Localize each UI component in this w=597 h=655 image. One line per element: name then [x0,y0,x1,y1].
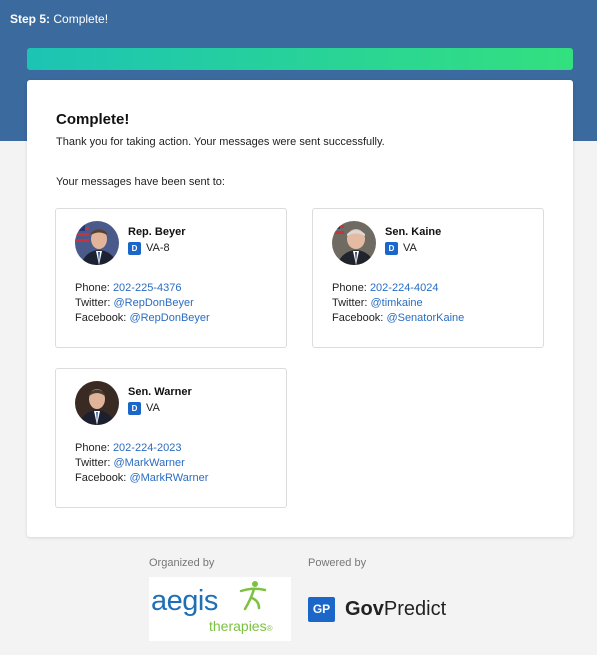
page-title: Complete! [56,111,130,128]
facebook-label: Facebook: [75,312,127,324]
facebook-label: Facebook: [332,312,384,324]
twitter-label: Twitter: [75,457,111,469]
facebook-link[interactable]: @MarkRWarner [129,472,208,484]
govpredict-logo-name[interactable]: GovPredict [345,595,446,623]
rep-photo [75,381,119,425]
step-indicator: Step 5: Complete! [10,12,108,26]
phone-label: Phone: [75,442,110,454]
rep-district: VA-8 [146,242,170,254]
sent-to-label: Your messages have been sent to: [56,176,225,188]
govpredict-name-bold: Gov [345,598,384,620]
party-badge: D [385,242,398,255]
aegis-logo[interactable]: aegis therapies® [149,577,291,641]
powered-by-label: Powered by [308,557,367,569]
rep-name: Sen. Warner [128,386,192,398]
rep-district: VA [146,402,160,414]
rep-photo-image [75,221,119,265]
organized-by-label: Organized by [149,557,215,569]
facebook-link[interactable]: @RepDonBeyer [129,312,209,324]
twitter-line: Twitter: @RepDonBeyer [75,297,194,309]
phone-link[interactable]: 202-224-4024 [370,282,439,294]
rep-name: Rep. Beyer [128,226,186,238]
phone-label: Phone: [75,282,110,294]
twitter-line: Twitter: @timkaine [332,297,423,309]
success-message: Thank you for taking action. Your messag… [56,136,385,148]
facebook-link[interactable]: @SenatorKaine [386,312,464,324]
facebook-label: Facebook: [75,472,127,484]
govpredict-logo-mark[interactable]: GP [308,597,335,622]
facebook-line: Facebook: @SenatorKaine [332,312,464,324]
twitter-link[interactable]: @RepDonBeyer [114,297,194,309]
aegis-logo-sub: therapies® [209,618,273,634]
phone-link[interactable]: 202-225-4376 [113,282,182,294]
rep-card: Sen. Warner D VA Phone: 202-224-2023 Twi… [55,368,287,508]
twitter-link[interactable]: @timkaine [371,297,423,309]
aegis-logo-reg: ® [266,624,273,633]
aegis-figure-icon [239,581,267,611]
phone-label: Phone: [332,282,367,294]
party-badge: D [128,242,141,255]
rep-photo-image [332,221,376,265]
phone-link[interactable]: 202-224-2023 [113,442,182,454]
step-text: Complete! [53,12,109,26]
rep-photo-image [75,381,119,425]
govpredict-name-rest: Predict [383,598,447,620]
step-label: Step 5: [10,12,51,26]
phone-line: Phone: 202-224-4024 [332,282,438,294]
result-card: Complete! Thank you for taking action. Y… [27,80,573,537]
twitter-label: Twitter: [332,297,368,309]
rep-card: Rep. Beyer D VA-8 Phone: 202-225-4376 Tw… [55,208,287,348]
rep-photo [332,221,376,265]
rep-district: VA [403,242,417,254]
facebook-line: Facebook: @RepDonBeyer [75,312,210,324]
phone-line: Phone: 202-225-4376 [75,282,181,294]
twitter-label: Twitter: [75,297,111,309]
facebook-line: Facebook: @MarkRWarner [75,472,208,484]
progress-fill [27,48,573,70]
twitter-link[interactable]: @MarkWarner [114,457,185,469]
rep-card: Sen. Kaine D VA Phone: 202-224-4024 Twit… [312,208,544,348]
twitter-line: Twitter: @MarkWarner [75,457,185,469]
aegis-logo-sub-text: therapies [209,618,267,634]
aegis-logo-word: aegis [151,585,218,617]
progress-bar [27,48,573,70]
phone-line: Phone: 202-224-2023 [75,442,181,454]
rep-name: Sen. Kaine [385,226,442,238]
rep-photo [75,221,119,265]
party-badge: D [128,402,141,415]
